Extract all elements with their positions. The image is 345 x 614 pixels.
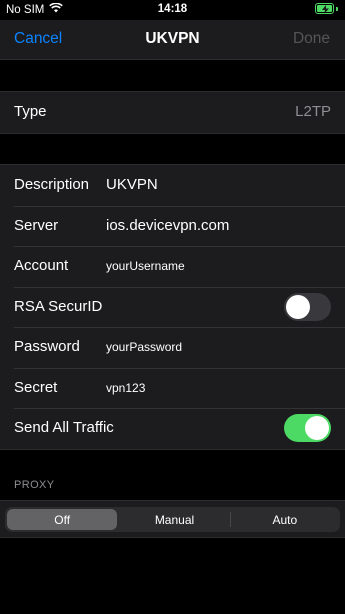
server-label: Server — [14, 216, 59, 234]
account-row[interactable]: Account yourUsername — [0, 246, 345, 287]
proxy-option-off[interactable]: Off — [7, 509, 118, 530]
description-label: Description — [14, 176, 90, 193]
secret-field[interactable]: vpn123 — [106, 381, 145, 395]
account-field[interactable]: yourUsername — [106, 259, 185, 273]
type-group: Type L2TP — [0, 91, 345, 134]
toggle-knob — [286, 294, 310, 319]
send-all-traffic-row: Send All Traffic — [0, 408, 345, 449]
description-row[interactable]: Description UKVPN — [0, 165, 345, 206]
battery-icon — [315, 3, 334, 14]
description-field[interactable]: UKVPN — [106, 176, 158, 193]
type-row[interactable]: Type L2TP — [0, 92, 345, 133]
password-field[interactable]: yourPassword — [106, 340, 182, 354]
server-row[interactable]: Server ios.devicevpn.com — [0, 205, 345, 247]
server-field[interactable]: ios.devicevpn.com — [106, 217, 229, 234]
toggle-knob — [305, 416, 329, 440]
proxy-option-manual[interactable]: Manual — [119, 507, 229, 532]
proxy-segmented-control: Off Manual Auto — [5, 507, 340, 532]
battery-cap — [336, 6, 338, 11]
proxy-section-header: PROXY — [14, 479, 55, 491]
charging-bolt-icon — [322, 5, 329, 14]
rsa-securid-row: RSA SecurID — [0, 286, 345, 328]
status-right — [315, 3, 338, 14]
status-time: 14:18 — [157, 3, 188, 15]
secret-label: Secret — [14, 378, 58, 396]
proxy-option-auto[interactable]: Auto — [229, 507, 340, 532]
type-label: Type — [14, 103, 47, 120]
send-all-traffic-toggle[interactable] — [284, 414, 331, 442]
nav-bar: Cancel UKVPN Done — [0, 20, 345, 60]
done-button[interactable]: Done — [293, 30, 330, 48]
details-group: Description UKVPN Server ios.devicevpn.c… — [0, 164, 345, 450]
status-bar: No SIM 14:18 — [0, 0, 345, 20]
rsa-securid-toggle[interactable] — [284, 292, 331, 321]
secret-row[interactable]: Secret vpn123 — [0, 367, 345, 409]
account-label: Account — [14, 257, 69, 274]
send-all-traffic-label: Send All Traffic — [14, 419, 114, 436]
proxy-group: Off Manual Auto — [0, 500, 345, 538]
rsa-securid-label: RSA SecurID — [14, 297, 103, 315]
password-row[interactable]: Password yourPassword — [0, 327, 345, 368]
password-label: Password — [14, 338, 80, 355]
type-value: L2TP — [295, 103, 331, 120]
